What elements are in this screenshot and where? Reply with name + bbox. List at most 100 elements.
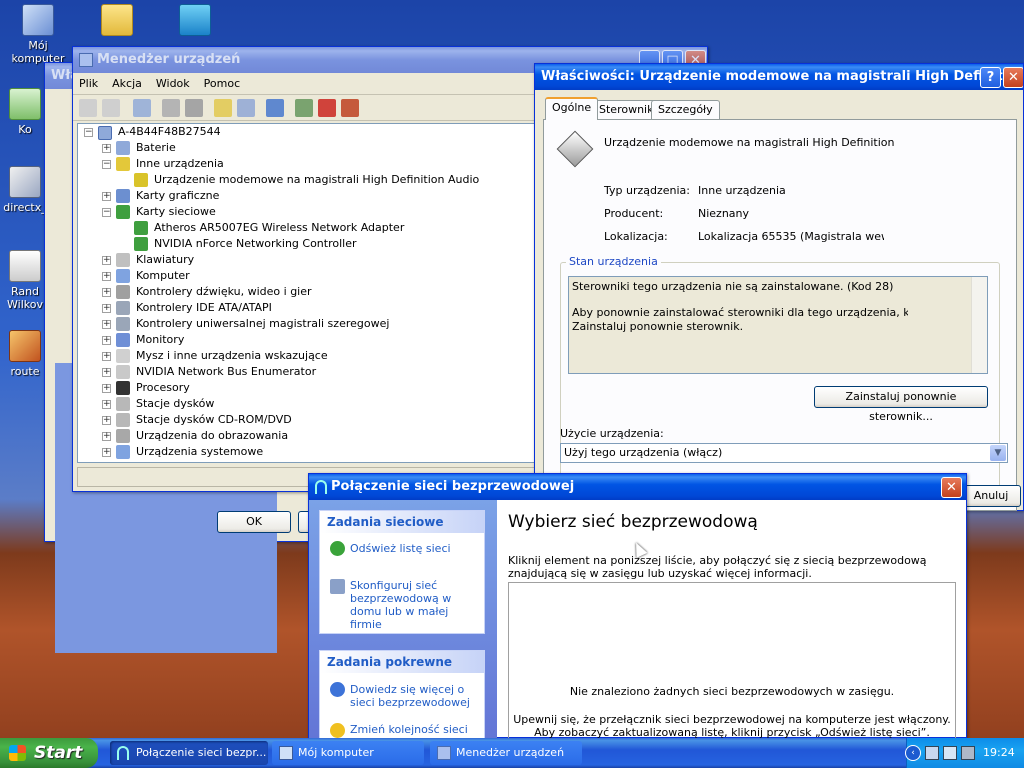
- tree-item[interactable]: Inne urządzenia: [136, 156, 224, 172]
- device-usage-select[interactable]: Użyj tego urządzenia (włącz) ▼: [560, 443, 1008, 463]
- tree-item[interactable]: Kontrolery IDE ATA/ATAPI: [136, 300, 272, 316]
- expander[interactable]: +: [102, 416, 111, 425]
- print-icon[interactable]: [185, 98, 203, 117]
- choose-network-heading: Wybierz sieć bezprzewodową: [508, 512, 758, 532]
- expander[interactable]: +: [102, 144, 111, 153]
- back-arrow-icon[interactable]: [79, 98, 97, 117]
- desktop-icon-my-computer[interactable]: Mój komputer: [3, 4, 73, 65]
- forward-arrow-icon[interactable]: [102, 98, 120, 117]
- menu-action[interactable]: Akcja: [112, 77, 142, 90]
- view-icon[interactable]: [237, 98, 255, 117]
- wireless-tray-icon[interactable]: [943, 746, 957, 760]
- tree-item[interactable]: Karty graficzne: [136, 188, 219, 204]
- desktop-icon-label: directx_: [3, 201, 47, 214]
- learn-more-link[interactable]: Dowiedz się więcej o sieci bezprzewodowe…: [350, 683, 480, 709]
- refresh-network-list-link[interactable]: Odśwież listę sieci: [350, 542, 480, 555]
- expander[interactable]: +: [102, 304, 111, 313]
- close-button[interactable]: ✕: [1003, 67, 1023, 88]
- scrollbar[interactable]: [971, 277, 987, 373]
- close-button[interactable]: ✕: [941, 477, 962, 498]
- chevron-down-icon[interactable]: ▼: [990, 445, 1006, 461]
- reinstall-driver-button[interactable]: Zainstaluj ponownie sterownik...: [814, 386, 988, 423]
- taskbar-item-my-computer[interactable]: Mój komputer: [272, 741, 424, 765]
- tree-item[interactable]: Mysz i inne urządzenia wskazujące: [136, 348, 328, 364]
- device-tree[interactable]: − A-4B44F48B27544 + Baterie − Inne urządzen…: [77, 123, 535, 463]
- expander[interactable]: +: [102, 352, 111, 361]
- menu-file[interactable]: Plik: [79, 77, 98, 90]
- taskbar-item-label: Menedżer urządzeń: [456, 746, 565, 759]
- configure-network-link[interactable]: Skonfiguruj sieć bezprzewodową w domu lu…: [350, 579, 480, 631]
- properties-icon[interactable]: [162, 98, 180, 117]
- expander[interactable]: +: [102, 400, 111, 409]
- tree-item[interactable]: NVIDIA nForce Networking Controller: [154, 236, 357, 252]
- uninstall-icon[interactable]: [318, 98, 336, 117]
- start-button[interactable]: Start: [0, 738, 98, 768]
- network-list[interactable]: Nie znaleziono żadnych sieci bezprzewodo…: [508, 582, 956, 739]
- folder-icon: [101, 4, 133, 36]
- menu-view[interactable]: Widok: [156, 77, 190, 90]
- desktop-icon-downloader[interactable]: [160, 4, 230, 39]
- network-tasks-header: Zadania sieciowe: [320, 511, 484, 533]
- taskbar-item-wireless[interactable]: Połączenie sieci bezpr...: [110, 741, 268, 765]
- network-tray-icon[interactable]: [925, 746, 939, 760]
- tree-item[interactable]: Urządzenie modemowe na magistrali High D…: [154, 172, 479, 188]
- expander[interactable]: +: [102, 448, 111, 457]
- network-tasks-panel: Zadania sieciowe Odśwież listę sieci Sko…: [319, 510, 485, 634]
- change-order-link[interactable]: Zmień kolejność sieci: [350, 723, 480, 736]
- tree-item[interactable]: Urządzenia systemowe: [136, 444, 263, 460]
- disable-icon[interactable]: [341, 98, 359, 117]
- tree-item[interactable]: Stacje dysków CD-ROM/DVD: [136, 412, 292, 428]
- expander[interactable]: −: [102, 160, 111, 169]
- expander[interactable]: −: [102, 208, 111, 217]
- tab-general[interactable]: Ogólne: [545, 97, 599, 120]
- expander[interactable]: +: [102, 192, 111, 201]
- help-button[interactable]: ?: [980, 67, 1001, 88]
- device-category-icon: [116, 205, 130, 219]
- tray-expand-icon[interactable]: ‹: [905, 745, 921, 761]
- tree-item[interactable]: Stacje dysków: [136, 396, 214, 412]
- properties-titlebar[interactable]: Właściwości: Urządzenie modemowe na magi…: [535, 64, 1023, 90]
- tree-root[interactable]: A-4B44F48B27544: [118, 124, 221, 140]
- expander[interactable]: +: [102, 432, 111, 441]
- expander[interactable]: +: [102, 320, 111, 329]
- tree-item[interactable]: Monitory: [136, 332, 184, 348]
- desktop-icon-recycle[interactable]: Ko: [0, 88, 50, 136]
- wireless-titlebar[interactable]: Połączenie sieci bezprzewodowej ✕: [309, 474, 966, 500]
- ok-button[interactable]: OK: [217, 511, 291, 533]
- safely-remove-tray-icon[interactable]: [961, 746, 975, 760]
- clock: 19:24: [983, 746, 1015, 759]
- desktop-icon-route[interactable]: route: [0, 330, 50, 378]
- desktop-icon-label: route: [10, 365, 40, 378]
- tree-item[interactable]: Urządzenia do obrazowania: [136, 428, 288, 444]
- tree-item[interactable]: Atheros AR5007EG Wireless Network Adapte…: [154, 220, 404, 236]
- tree-item[interactable]: Kontrolery dźwięku, wideo i gier: [136, 284, 312, 300]
- tree-item[interactable]: Kontrolery uniwersalnej magistrali szere…: [136, 316, 389, 332]
- desktop-icon-directx[interactable]: directx_: [0, 166, 50, 214]
- desktop-icon-avi[interactable]: Rand Wilkov: [0, 250, 50, 311]
- tree-item[interactable]: Karty sieciowe: [136, 204, 216, 220]
- tree-item[interactable]: Procesory: [136, 380, 190, 396]
- desktop-icon-folder[interactable]: [82, 4, 152, 39]
- cancel-button[interactable]: Anuluj: [961, 485, 1021, 507]
- expander[interactable]: +: [102, 384, 111, 393]
- expander[interactable]: +: [102, 256, 111, 265]
- properties-dialog[interactable]: Właściwości: Urządzenie modemowe na magi…: [534, 63, 1024, 511]
- scan-hardware-icon[interactable]: [266, 98, 284, 117]
- tree-item[interactable]: Komputer: [136, 268, 190, 284]
- image-file-icon: [9, 330, 41, 362]
- expander[interactable]: +: [102, 288, 111, 297]
- tab-details[interactable]: Szczegóły: [651, 100, 720, 120]
- wireless-connection-window[interactable]: Połączenie sieci bezprzewodowej ✕ Zadani…: [308, 473, 967, 740]
- help-icon[interactable]: [214, 98, 232, 117]
- expander[interactable]: +: [102, 336, 111, 345]
- expander[interactable]: −: [84, 128, 93, 137]
- show-hide-tree-icon[interactable]: [133, 98, 151, 117]
- tree-item[interactable]: Baterie: [136, 140, 176, 156]
- menu-help[interactable]: Pomoc: [204, 77, 240, 90]
- expander[interactable]: +: [102, 272, 111, 281]
- taskbar-item-device-manager[interactable]: Menedżer urządzeń: [430, 741, 582, 765]
- tree-item[interactable]: NVIDIA Network Bus Enumerator: [136, 364, 316, 380]
- expander[interactable]: +: [102, 368, 111, 377]
- update-driver-icon[interactable]: [295, 98, 313, 117]
- tree-item[interactable]: Klawiatury: [136, 252, 194, 268]
